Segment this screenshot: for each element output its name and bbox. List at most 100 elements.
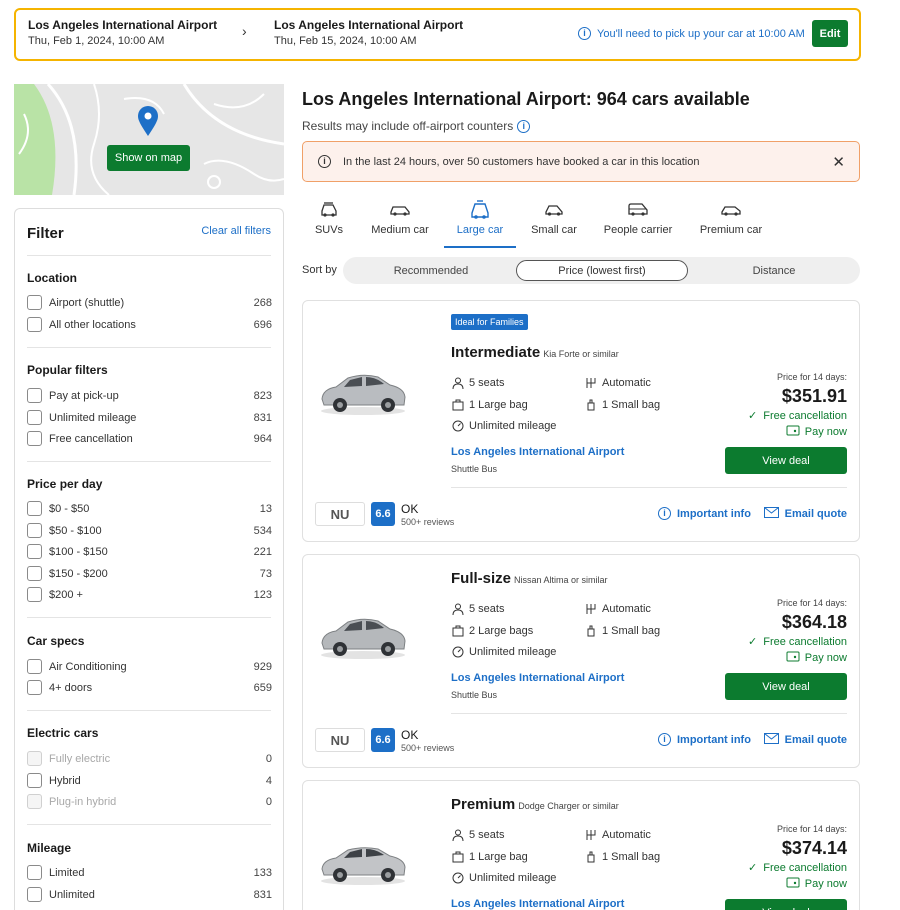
show-on-map-button[interactable]: Show on map: [107, 145, 190, 171]
filter-option[interactable]: $50 - $100 534: [27, 523, 272, 541]
edit-search-button[interactable]: Edit: [812, 20, 848, 47]
seats-spec: 5 seats: [451, 376, 504, 389]
filter-option-count: 13: [259, 503, 272, 515]
sort-selector: Recommended Price (lowest first) Distanc…: [343, 257, 860, 284]
large-bags-text: 2 Large bags: [469, 624, 534, 637]
small-bags-spec: 1 Small bag: [584, 398, 660, 411]
filter-option[interactable]: All other locations 696: [27, 317, 272, 335]
filter-option[interactable]: Hybrid 4: [27, 773, 272, 791]
filter-option[interactable]: Limited 133: [27, 865, 272, 883]
sort-option-price[interactable]: Price (lowest first): [516, 260, 688, 281]
pickup-location-link[interactable]: Los Angeles International Airport: [451, 898, 624, 910]
person-icon: [451, 828, 464, 841]
filter-section-mileage: Mileage: [27, 841, 72, 855]
email-quote-link[interactable]: Email quote: [763, 733, 847, 747]
filter-option-label: 4+ doors: [49, 682, 93, 694]
checkbox[interactable]: [27, 295, 42, 310]
filter-option-label: Unlimited mileage: [49, 412, 137, 424]
tab-premium-car[interactable]: Premium car: [696, 198, 766, 248]
tab-suvs[interactable]: SUVs: [310, 198, 348, 248]
pickup-location-link[interactable]: Los Angeles International Airport: [451, 672, 624, 684]
wallet-icon: [786, 876, 800, 891]
speedometer-icon: [451, 419, 464, 432]
checkbox[interactable]: [27, 501, 42, 516]
filter-option-label: $50 - $100: [49, 525, 102, 537]
checkbox[interactable]: [27, 544, 42, 559]
large-car-icon: [444, 198, 516, 222]
wallet-icon: [786, 424, 800, 439]
pay-now-text: Pay now: [804, 651, 847, 664]
car-model: Kia Forte or similar: [543, 349, 619, 359]
booking-alert-text: In the last 24 hours, over 50 customers …: [343, 156, 700, 168]
clear-filters-link[interactable]: Clear all filters: [201, 225, 271, 237]
tab-small-car[interactable]: Small car: [527, 198, 581, 248]
filter-option[interactable]: Air Conditioning 929: [27, 659, 272, 677]
checkbox[interactable]: [27, 523, 42, 538]
person-icon: [451, 602, 464, 615]
filter-option[interactable]: Pay at pick-up 823: [27, 388, 272, 406]
filter-option[interactable]: 4+ doors 659: [27, 680, 272, 698]
checkbox[interactable]: [27, 410, 42, 425]
checkbox[interactable]: [27, 680, 42, 695]
free-cancellation: ✓ Free cancellation: [748, 409, 847, 423]
review-count: 500+ reviews: [401, 517, 455, 527]
email-quote-link[interactable]: Email quote: [763, 507, 847, 521]
supplier-logo: NU: [315, 728, 365, 752]
tab-large-car[interactable]: Large car: [444, 198, 516, 248]
important-info-link[interactable]: i Important info: [658, 733, 751, 746]
check-icon: ✓: [748, 862, 758, 874]
mileage-spec: Unlimited mileage: [451, 871, 556, 884]
important-info-link[interactable]: i Important info: [658, 507, 751, 520]
seats-spec: 5 seats: [451, 828, 504, 841]
view-deal-button[interactable]: View deal: [725, 447, 847, 474]
checkbox[interactable]: [27, 887, 42, 902]
checkbox[interactable]: [27, 865, 42, 880]
checkbox[interactable]: [27, 773, 42, 788]
filter-option[interactable]: $200 + 123: [27, 587, 272, 605]
mileage-text: Unlimited mileage: [469, 419, 557, 432]
price-for-label: Price for 14 days:: [776, 824, 847, 834]
view-deal-button[interactable]: View deal: [725, 899, 847, 910]
map-preview[interactable]: Show on map: [14, 84, 284, 195]
mileage-spec: Unlimited mileage: [451, 419, 556, 432]
free-cancellation: ✓ Free cancellation: [748, 861, 847, 875]
checkbox[interactable]: [27, 566, 42, 581]
filter-option[interactable]: Airport (shuttle) 268: [27, 295, 272, 313]
filter-option-count: 0: [265, 796, 272, 808]
total-price: $364.18: [781, 612, 847, 632]
filter-option-count: 123: [253, 589, 272, 601]
filter-option[interactable]: Unlimited 831: [27, 887, 272, 905]
small-bag-icon: [584, 398, 597, 411]
sort-option-recommended[interactable]: Recommended: [343, 257, 519, 284]
filter-option: Plug-in hybrid 0: [27, 794, 272, 812]
checkbox[interactable]: [27, 317, 42, 332]
checkbox[interactable]: [27, 587, 42, 602]
info-icon[interactable]: i: [517, 119, 531, 133]
view-deal-button[interactable]: View deal: [725, 673, 847, 700]
free-cancellation-text: Free cancellation: [763, 861, 847, 874]
checkbox: [27, 751, 42, 766]
total-price: $351.91: [781, 386, 847, 406]
filter-option[interactable]: $150 - $200 73: [27, 566, 272, 584]
seats-text: 5 seats: [469, 602, 505, 615]
filter-option[interactable]: Free cancellation 964: [27, 431, 272, 449]
pay-now: Pay now: [786, 424, 847, 439]
pickup-location-link[interactable]: Los Angeles International Airport: [451, 446, 624, 458]
filter-option-count: 823: [253, 390, 272, 402]
filter-option[interactable]: $0 - $50 13: [27, 501, 272, 519]
info-icon: i: [658, 733, 671, 746]
close-icon[interactable]: ✕: [832, 153, 845, 171]
review-count: 500+ reviews: [401, 743, 455, 753]
tab-people-carrier[interactable]: People carrier: [600, 198, 676, 248]
free-cancellation-text: Free cancellation: [763, 635, 847, 648]
sort-option-distance[interactable]: Distance: [688, 257, 860, 284]
filter-option[interactable]: $100 - $150 221: [27, 544, 272, 562]
filter-option[interactable]: Unlimited mileage 831: [27, 410, 272, 428]
checkbox[interactable]: [27, 659, 42, 674]
page-subtitle-text: Results may include off-airport counters: [302, 119, 514, 133]
seats-text: 5 seats: [469, 376, 505, 389]
tab-medium-car[interactable]: Medium car: [366, 198, 434, 248]
checkbox[interactable]: [27, 388, 42, 403]
rating-score: 6.6: [371, 502, 395, 526]
checkbox[interactable]: [27, 431, 42, 446]
